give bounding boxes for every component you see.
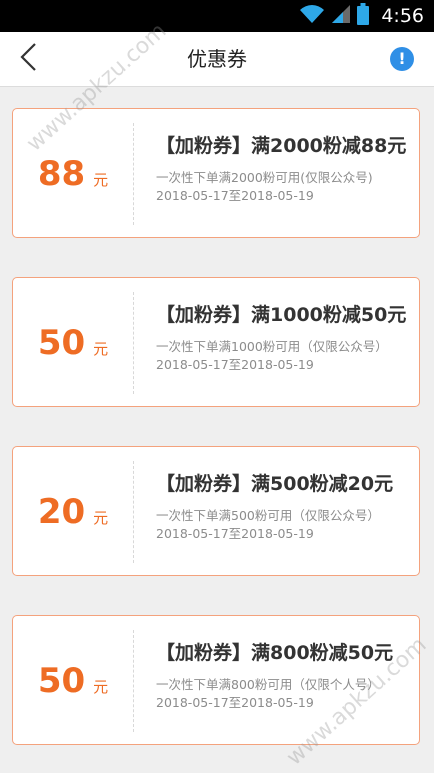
coupon-validity-date: 2018-05-17至2018-05-19 bbox=[156, 188, 314, 203]
coupon-description: 一次性下单满800粉可用（仅限个人号） bbox=[156, 677, 380, 692]
coupon-divider bbox=[133, 630, 134, 732]
info-button[interactable]: ! bbox=[390, 47, 414, 71]
coupon-title: 【加粉券】满500粉减20元 bbox=[156, 473, 394, 495]
wifi-icon bbox=[299, 4, 325, 28]
coupon-amount: 88 元 bbox=[13, 109, 133, 239]
coupon-divider bbox=[133, 123, 134, 225]
coupon-title: 【加粉券】满1000粉减50元 bbox=[156, 304, 407, 326]
status-icons: 4:56 bbox=[299, 0, 424, 32]
coupon-card[interactable]: 50 元 【加粉券】满1000粉减50元 一次性下单满1000粉可用（仅限公众号… bbox=[12, 277, 420, 407]
coupon-validity-date: 2018-05-17至2018-05-19 bbox=[156, 357, 314, 372]
coupon-amount-unit: 元 bbox=[93, 339, 109, 358]
exclamation-circle-icon: ! bbox=[398, 49, 406, 68]
coupon-amount-value: 88 bbox=[37, 154, 86, 194]
coupon-divider bbox=[133, 292, 134, 394]
coupon-validity-date: 2018-05-17至2018-05-19 bbox=[156, 526, 314, 541]
coupon-divider bbox=[133, 461, 134, 563]
coupon-title: 【加粉券】满2000粉减88元 bbox=[156, 135, 407, 157]
coupon-amount-value: 50 bbox=[37, 661, 86, 701]
coupon-amount-unit: 元 bbox=[93, 508, 109, 527]
status-bar: 4:56 bbox=[0, 0, 434, 32]
coupon-amount: 50 元 bbox=[13, 278, 133, 408]
coupon-description: 一次性下单满1000粉可用（仅限公众号） bbox=[156, 339, 388, 354]
coupon-amount: 20 元 bbox=[13, 447, 133, 577]
coupon-amount: 50 元 bbox=[13, 616, 133, 746]
coupon-amount-value: 20 bbox=[37, 492, 86, 532]
signal-icon bbox=[331, 4, 351, 28]
coupon-card[interactable]: 20 元 【加粉券】满500粉减20元 一次性下单满500粉可用（仅限公众号） … bbox=[12, 446, 420, 576]
coupon-description: 一次性下单满2000粉可用(仅限公众号) bbox=[156, 170, 373, 185]
coupon-amount-value: 50 bbox=[37, 323, 86, 363]
battery-icon bbox=[357, 3, 370, 29]
coupon-card[interactable]: 50 元 【加粉券】满800粉减50元 一次性下单满800粉可用（仅限个人号） … bbox=[12, 615, 420, 745]
status-time: 4:56 bbox=[381, 5, 424, 27]
coupon-title: 【加粉券】满800粉减50元 bbox=[156, 642, 394, 664]
coupon-description: 一次性下单满500粉可用（仅限公众号） bbox=[156, 508, 380, 523]
coupon-validity-date: 2018-05-17至2018-05-19 bbox=[156, 695, 314, 710]
coupon-amount-unit: 元 bbox=[93, 677, 109, 696]
coupon-card[interactable]: 88 元 【加粉券】满2000粉减88元 一次性下单满2000粉可用(仅限公众号… bbox=[12, 108, 420, 238]
coupon-amount-unit: 元 bbox=[93, 170, 109, 189]
app-bar: 优惠券 ! bbox=[0, 32, 434, 87]
page-title: 优惠券 bbox=[187, 47, 247, 71]
